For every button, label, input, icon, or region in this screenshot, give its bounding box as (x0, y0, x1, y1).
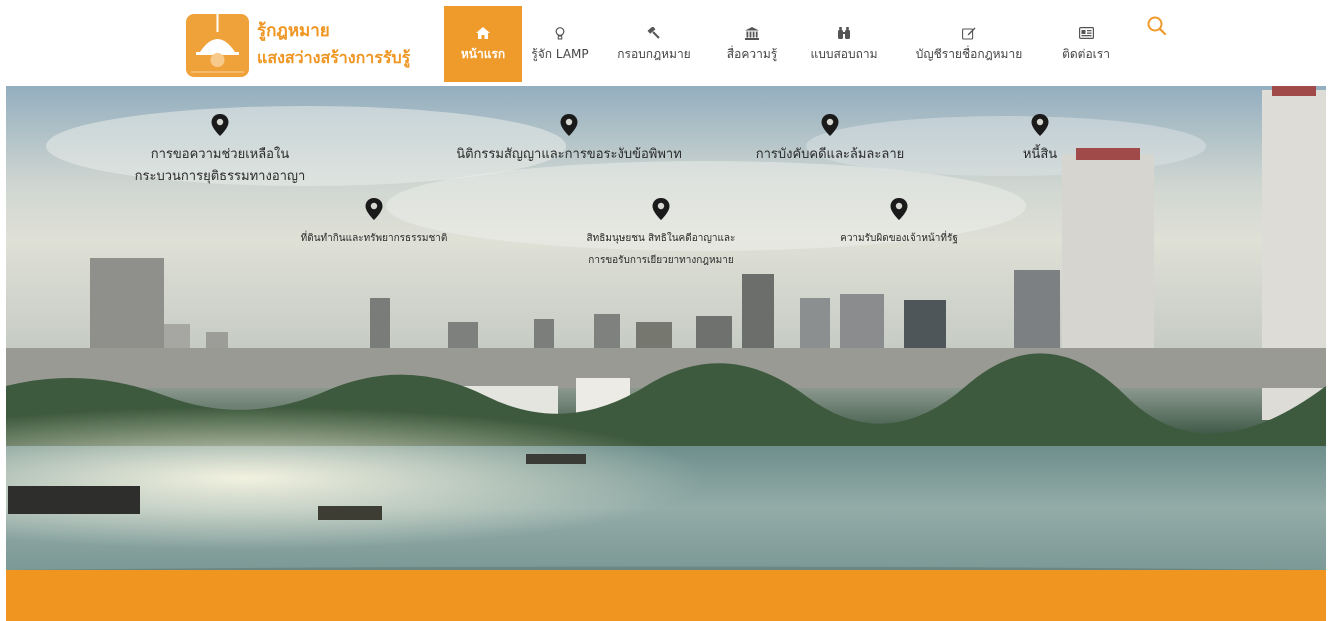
topic-state-officer-liability[interactable]: ความรับผิดของเจ้าหน้าที่รัฐ (824, 198, 974, 250)
topic-label: นิติกรรมสัญญาและการขอระงับข้อพิพาท (456, 147, 682, 162)
nav-item-law-list[interactable]: บัญชีรายชื่อกฎหมาย (894, 6, 1044, 82)
map-pin-icon (211, 114, 229, 136)
institution-icon (745, 24, 759, 42)
map-pin-icon (890, 198, 908, 220)
nav-item-contact[interactable]: ติดต่อเรา (1044, 6, 1128, 82)
binoculars-icon (837, 24, 851, 42)
nav-item-home[interactable]: หน้าแรก (444, 6, 522, 82)
map-pin-icon (560, 114, 578, 136)
search-button[interactable] (1144, 14, 1170, 40)
nav-label-survey: แบบสอบถาม (810, 47, 878, 61)
map-pin-icon (1031, 114, 1049, 136)
topic-land-resources[interactable]: ที่ดินทำกินและทรัพยากรธรรมชาติ (274, 198, 474, 250)
search-icon (1147, 16, 1167, 36)
topic-contracts-disputes[interactable]: นิติกรรมสัญญาและการขอระงับข้อพิพาท (434, 114, 704, 166)
home-icon (476, 24, 490, 42)
nav-item-survey[interactable]: แบบสอบถาม (794, 6, 894, 82)
topic-label: การขอรับการเยียวยาทางกฎหมาย (588, 255, 734, 266)
topic-label: หนี้สิน (1022, 147, 1058, 162)
topic-criminal-justice-help[interactable]: การขอความช่วยเหลือใน กระบวนการยุติธรรมทา… (110, 114, 330, 188)
site-header: รู้กฎหมาย แสงสว่างสร้างการรับรู้ หน้าแรก… (0, 0, 1332, 84)
topic-debt[interactable]: หนี้สิน (1000, 114, 1080, 166)
logo-title: รู้กฎหมาย (257, 21, 330, 41)
site-logo[interactable]: รู้กฎหมาย แสงสว่างสร้างการรับรู้ (186, 13, 426, 77)
orange-footer-band (6, 570, 1326, 621)
topic-label: ที่ดินทำกินและทรัพยากรธรรมชาติ (300, 233, 448, 244)
nav-label-contact: ติดต่อเรา (1062, 47, 1110, 61)
logo-tagline: แสงสว่างสร้างการรับรู้ (257, 48, 411, 67)
topic-label: สิทธิมนุษยชน สิทธิในคดีอาญาและ (586, 233, 736, 244)
map-pin-icon (652, 198, 670, 220)
topic-label: กระบวนการยุติธรรมทางอาญา (134, 169, 306, 184)
contact-card-icon (1078, 24, 1094, 42)
map-pin-icon (821, 114, 839, 136)
bulb-icon (555, 24, 565, 42)
map-pin-icon (365, 198, 383, 220)
nav-label-home: หน้าแรก (460, 47, 506, 61)
nav-label-law-list: บัญชีรายชื่อกฎหมาย (915, 47, 1023, 61)
gavel-icon (647, 24, 661, 42)
nav-item-about-lamp[interactable]: รู้จัก LAMP (522, 6, 598, 82)
page: รู้กฎหมาย แสงสว่างสร้างการรับรู้ หน้าแรก… (0, 0, 1332, 621)
topic-label: ความรับผิดของเจ้าหน้าที่รัฐ (840, 233, 958, 244)
main-nav: หน้าแรก รู้จัก LAMP กรอบกฎหมาย สื่อความร… (444, 6, 1128, 82)
nav-label-knowledge-media: สื่อความรู้ (726, 47, 778, 61)
topic-label: การบังคับคดีและล้มละลาย (755, 147, 905, 162)
hero-banner: การขอความช่วยเหลือใน กระบวนการยุติธรรมทา… (6, 86, 1326, 570)
topic-label: การขอความช่วยเหลือใน (150, 147, 290, 162)
nav-item-legal-framework[interactable]: กรอบกฎหมาย (598, 6, 710, 82)
edit-icon (962, 24, 976, 42)
topic-enforcement-bankruptcy[interactable]: การบังคับคดีและล้มละลาย (736, 114, 924, 166)
topic-human-rights[interactable]: สิทธิมนุษยชน สิทธิในคดีอาญาและ การขอรับก… (566, 198, 756, 272)
nav-label-legal-framework: กรอบกฎหมาย (617, 47, 691, 61)
nav-label-about-lamp: รู้จัก LAMP (531, 47, 589, 61)
lamp-logo-icon (186, 13, 249, 77)
nav-item-knowledge-media[interactable]: สื่อความรู้ (710, 6, 794, 82)
